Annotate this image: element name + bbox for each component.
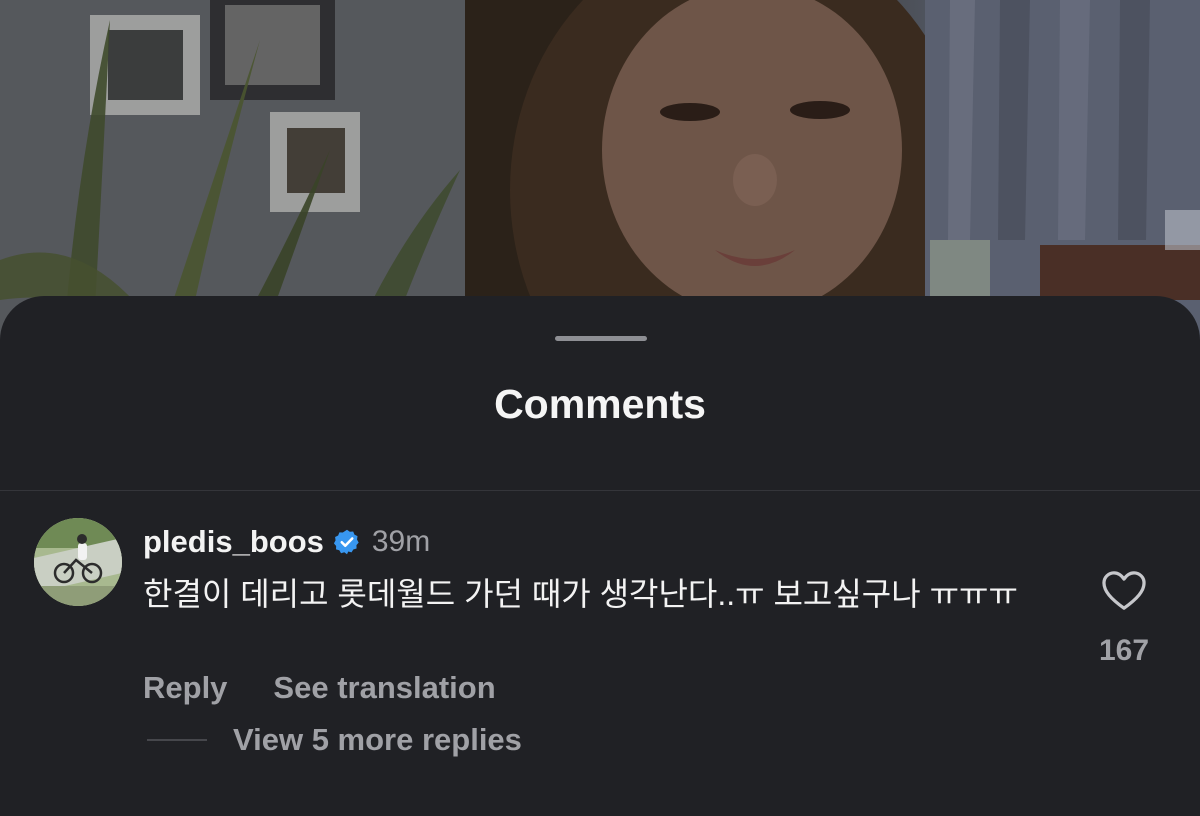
reply-button[interactable]: Reply: [143, 670, 227, 706]
comment-time: 39m: [371, 525, 431, 558]
see-translation-button[interactable]: See translation: [273, 670, 495, 706]
comment-meta: pledis_boos 39m: [143, 522, 430, 562]
view-replies[interactable]: View 5 more replies: [147, 718, 522, 762]
view-replies-button[interactable]: View 5 more replies: [233, 722, 522, 758]
comments-sheet: Comments pledis_boos 39m 한결이 데리고 롯데월드 가던…: [0, 296, 1200, 816]
replies-divider-line: [147, 739, 207, 741]
like-control: 167: [1094, 570, 1154, 668]
avatar[interactable]: [34, 518, 122, 606]
comment-item: pledis_boos 39m 한결이 데리고 롯데월드 가던 때가 생각난다.…: [0, 296, 1200, 816]
like-count: 167: [1098, 634, 1150, 667]
comment-text: 한결이 데리고 롯데월드 가던 때가 생각난다..ㅠ 보고싶구나 ㅠㅠㅠ: [143, 576, 1018, 612]
heart-icon[interactable]: [1101, 570, 1147, 612]
verified-badge-icon: [333, 528, 361, 556]
avatar-image: [34, 518, 122, 606]
comment-actions: Reply See translation: [143, 666, 496, 710]
username[interactable]: pledis_boos: [143, 524, 324, 560]
